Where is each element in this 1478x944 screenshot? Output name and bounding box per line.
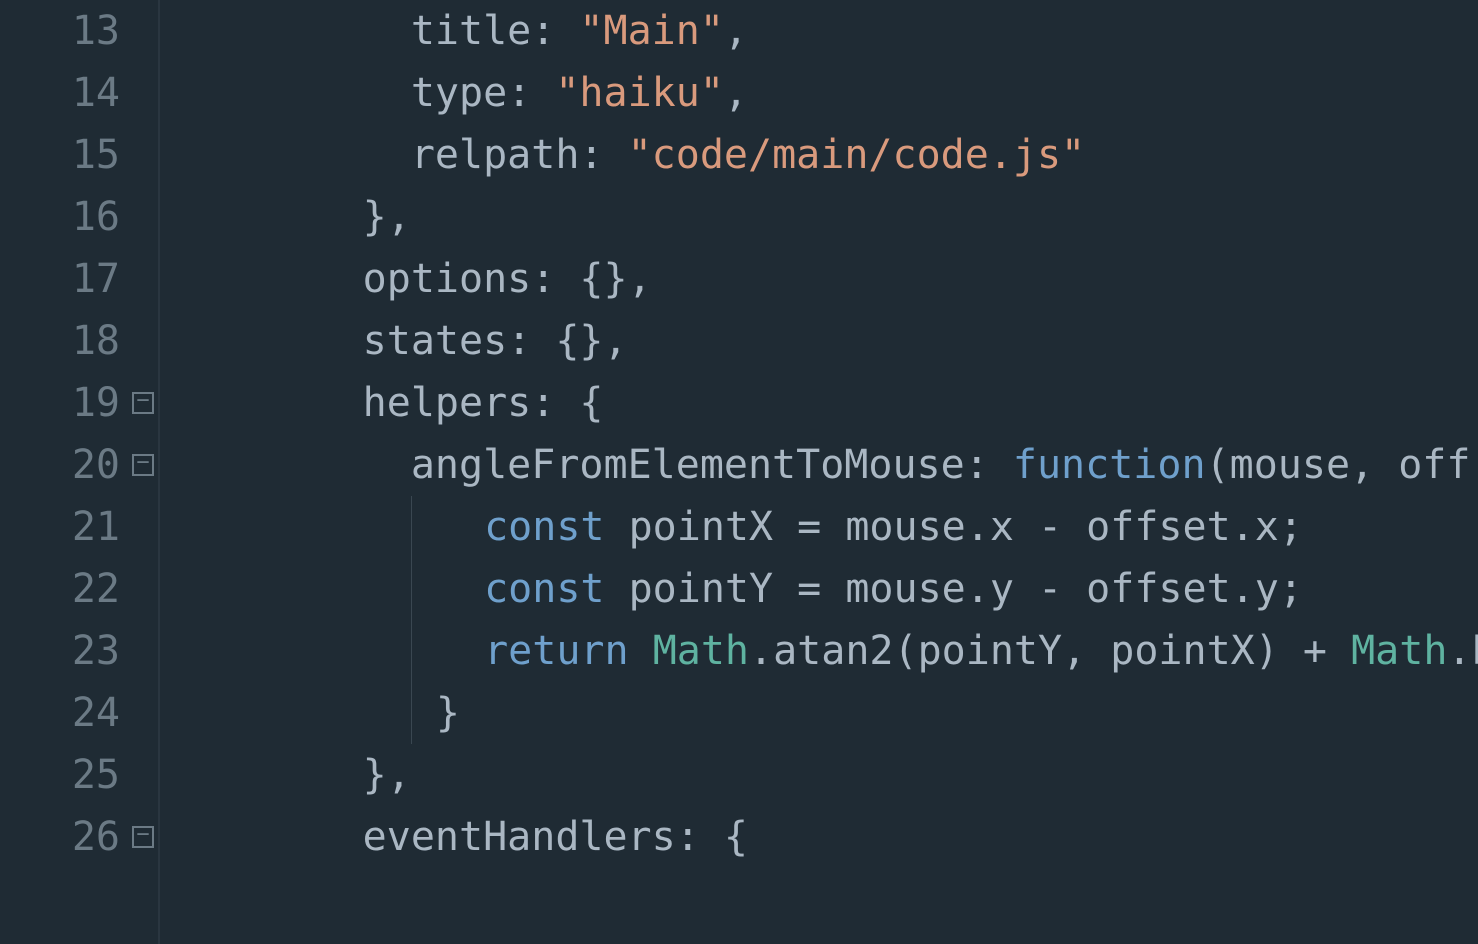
token-punc: : { bbox=[531, 372, 603, 434]
line-number: 13 bbox=[0, 0, 160, 62]
line-number: 25 bbox=[0, 744, 160, 806]
token-kw: const bbox=[484, 496, 604, 558]
indent bbox=[170, 744, 363, 806]
token-punc: , bbox=[724, 0, 748, 62]
indent bbox=[170, 310, 363, 372]
token-punc: .atan2(pointY, pointX) + bbox=[749, 620, 1351, 682]
token-punc: }, bbox=[363, 186, 411, 248]
indent bbox=[170, 372, 363, 434]
token-punc: .P bbox=[1447, 620, 1478, 682]
token-punc: }, bbox=[363, 744, 411, 806]
code-line[interactable]: helpers: { bbox=[170, 372, 1478, 434]
token-str: "code/main/code.js" bbox=[628, 124, 1086, 186]
code-line[interactable]: options: {}, bbox=[170, 248, 1478, 310]
code-area[interactable]: title: "Main", type: "haiku", relpath: "… bbox=[160, 0, 1478, 944]
line-number: 24 bbox=[0, 682, 160, 744]
token-builtin: Math bbox=[653, 620, 749, 682]
token-punc: : bbox=[579, 124, 627, 186]
line-number: 17 bbox=[0, 248, 160, 310]
indent-guide bbox=[411, 620, 436, 682]
indent-guide bbox=[411, 558, 436, 620]
indent bbox=[170, 186, 363, 248]
line-number: 19 bbox=[0, 372, 160, 434]
token-punc: : {}, bbox=[531, 248, 651, 310]
code-line[interactable]: }, bbox=[170, 744, 1478, 806]
token-prop: helpers bbox=[363, 372, 532, 434]
token-prop: type bbox=[411, 62, 507, 124]
indent bbox=[436, 620, 484, 682]
token-punc: : bbox=[965, 434, 1013, 496]
line-number: 14 bbox=[0, 62, 160, 124]
code-line[interactable]: states: {}, bbox=[170, 310, 1478, 372]
token-punc: pointY = mouse.y - offset.y; bbox=[605, 558, 1303, 620]
fold-collapse-icon[interactable] bbox=[132, 392, 154, 414]
token-punc: : { bbox=[676, 806, 748, 868]
token-punc: } bbox=[436, 682, 460, 744]
token-punc: : bbox=[531, 0, 579, 62]
indent bbox=[170, 682, 411, 744]
indent bbox=[170, 496, 411, 558]
indent bbox=[436, 558, 484, 620]
line-gutter: 1314151617181920212223242526 bbox=[0, 0, 160, 944]
code-line[interactable]: relpath: "code/main/code.js" bbox=[170, 124, 1478, 186]
token-punc: (mouse, off bbox=[1206, 434, 1471, 496]
token-prop: angleFromElementToMouse bbox=[411, 434, 965, 496]
token-punc bbox=[629, 620, 653, 682]
token-str: "haiku" bbox=[555, 62, 724, 124]
indent bbox=[170, 248, 363, 310]
code-line[interactable]: angleFromElementToMouse: function(mouse,… bbox=[170, 434, 1478, 496]
token-punc: pointX = mouse.x - offset.x; bbox=[605, 496, 1303, 558]
token-kw: function bbox=[1013, 434, 1206, 496]
token-punc: : {}, bbox=[507, 310, 627, 372]
code-line[interactable]: }, bbox=[170, 186, 1478, 248]
line-number: 18 bbox=[0, 310, 160, 372]
code-line[interactable]: title: "Main", bbox=[170, 0, 1478, 62]
indent-guide bbox=[411, 496, 436, 558]
token-punc: , bbox=[724, 62, 748, 124]
token-prop: states bbox=[363, 310, 508, 372]
indent bbox=[170, 620, 411, 682]
indent bbox=[436, 496, 484, 558]
token-kw: const bbox=[484, 558, 604, 620]
code-line[interactable]: type: "haiku", bbox=[170, 62, 1478, 124]
token-builtin: Math bbox=[1351, 620, 1447, 682]
indent-guide bbox=[411, 682, 436, 744]
token-prop: relpath bbox=[411, 124, 580, 186]
token-prop: eventHandlers bbox=[363, 806, 676, 868]
token-prop: title bbox=[411, 0, 531, 62]
line-number: 15 bbox=[0, 124, 160, 186]
line-number: 21 bbox=[0, 496, 160, 558]
token-punc: : bbox=[507, 62, 555, 124]
token-str: "Main" bbox=[579, 0, 724, 62]
line-number: 26 bbox=[0, 806, 160, 868]
line-number: 23 bbox=[0, 620, 160, 682]
code-line[interactable]: const pointX = mouse.x - offset.x; bbox=[170, 496, 1478, 558]
line-number: 22 bbox=[0, 558, 160, 620]
token-prop: options bbox=[363, 248, 532, 310]
line-number: 20 bbox=[0, 434, 160, 496]
indent bbox=[170, 806, 363, 868]
indent bbox=[170, 62, 411, 124]
line-number: 16 bbox=[0, 186, 160, 248]
indent bbox=[170, 434, 411, 496]
fold-collapse-icon[interactable] bbox=[132, 454, 154, 476]
code-line[interactable]: const pointY = mouse.y - offset.y; bbox=[170, 558, 1478, 620]
code-editor[interactable]: 1314151617181920212223242526 title: "Mai… bbox=[0, 0, 1478, 944]
fold-collapse-icon[interactable] bbox=[132, 826, 154, 848]
code-line[interactable]: return Math.atan2(pointY, pointX) + Math… bbox=[170, 620, 1478, 682]
indent bbox=[170, 558, 411, 620]
code-line[interactable]: eventHandlers: { bbox=[170, 806, 1478, 868]
indent bbox=[170, 0, 411, 62]
token-kw: return bbox=[484, 620, 629, 682]
code-line[interactable]: } bbox=[170, 682, 1478, 744]
indent bbox=[170, 124, 411, 186]
